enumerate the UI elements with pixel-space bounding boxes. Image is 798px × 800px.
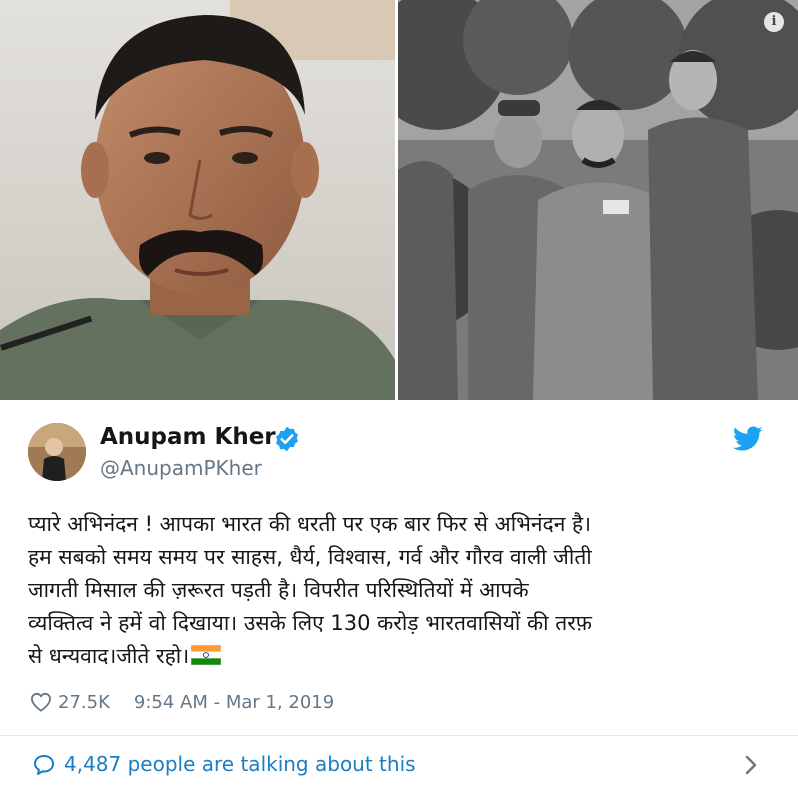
- indian-flag-emoji-icon: [191, 645, 222, 665]
- tweet-timestamp[interactable]: 9:54 AM - Mar 1, 2019: [134, 692, 334, 713]
- verified-badge-icon: [276, 426, 298, 452]
- twitter-bird-icon[interactable]: [733, 426, 763, 452]
- field-illustration: [398, 0, 798, 400]
- tweet-body: प्यारे अभिनंदन ! आपका भारत की धरती पर एक…: [28, 512, 593, 668]
- heart-icon[interactable]: [30, 692, 52, 712]
- portrait-illustration: [0, 0, 395, 400]
- tweet-text: प्यारे अभिनंदन ! आपका भारत की धरती पर एक…: [28, 508, 780, 673]
- field-photo[interactable]: i: [398, 0, 798, 400]
- author-name[interactable]: Anupam Kher: [100, 424, 276, 450]
- tweet-meta: 27.5K 9:54 AM - Mar 1, 2019: [30, 687, 334, 717]
- info-icon[interactable]: i: [764, 12, 784, 32]
- tweet-media[interactable]: i: [0, 0, 798, 400]
- tweet-embed-card: i Anupam Kher @AnupamPKher प्यारे अभिनंद…: [0, 0, 798, 800]
- divider: [0, 735, 798, 736]
- avatar[interactable]: [28, 423, 86, 481]
- like-count[interactable]: 27.5K: [58, 692, 110, 713]
- chevron-right-icon[interactable]: [744, 754, 758, 776]
- author-handle[interactable]: @AnupamPKher: [100, 456, 262, 480]
- portrait-photo[interactable]: [0, 0, 395, 400]
- comment-icon[interactable]: [32, 753, 56, 777]
- avatar-image: [28, 423, 86, 481]
- talking-about-link[interactable]: 4,487 people are talking about this: [64, 752, 416, 776]
